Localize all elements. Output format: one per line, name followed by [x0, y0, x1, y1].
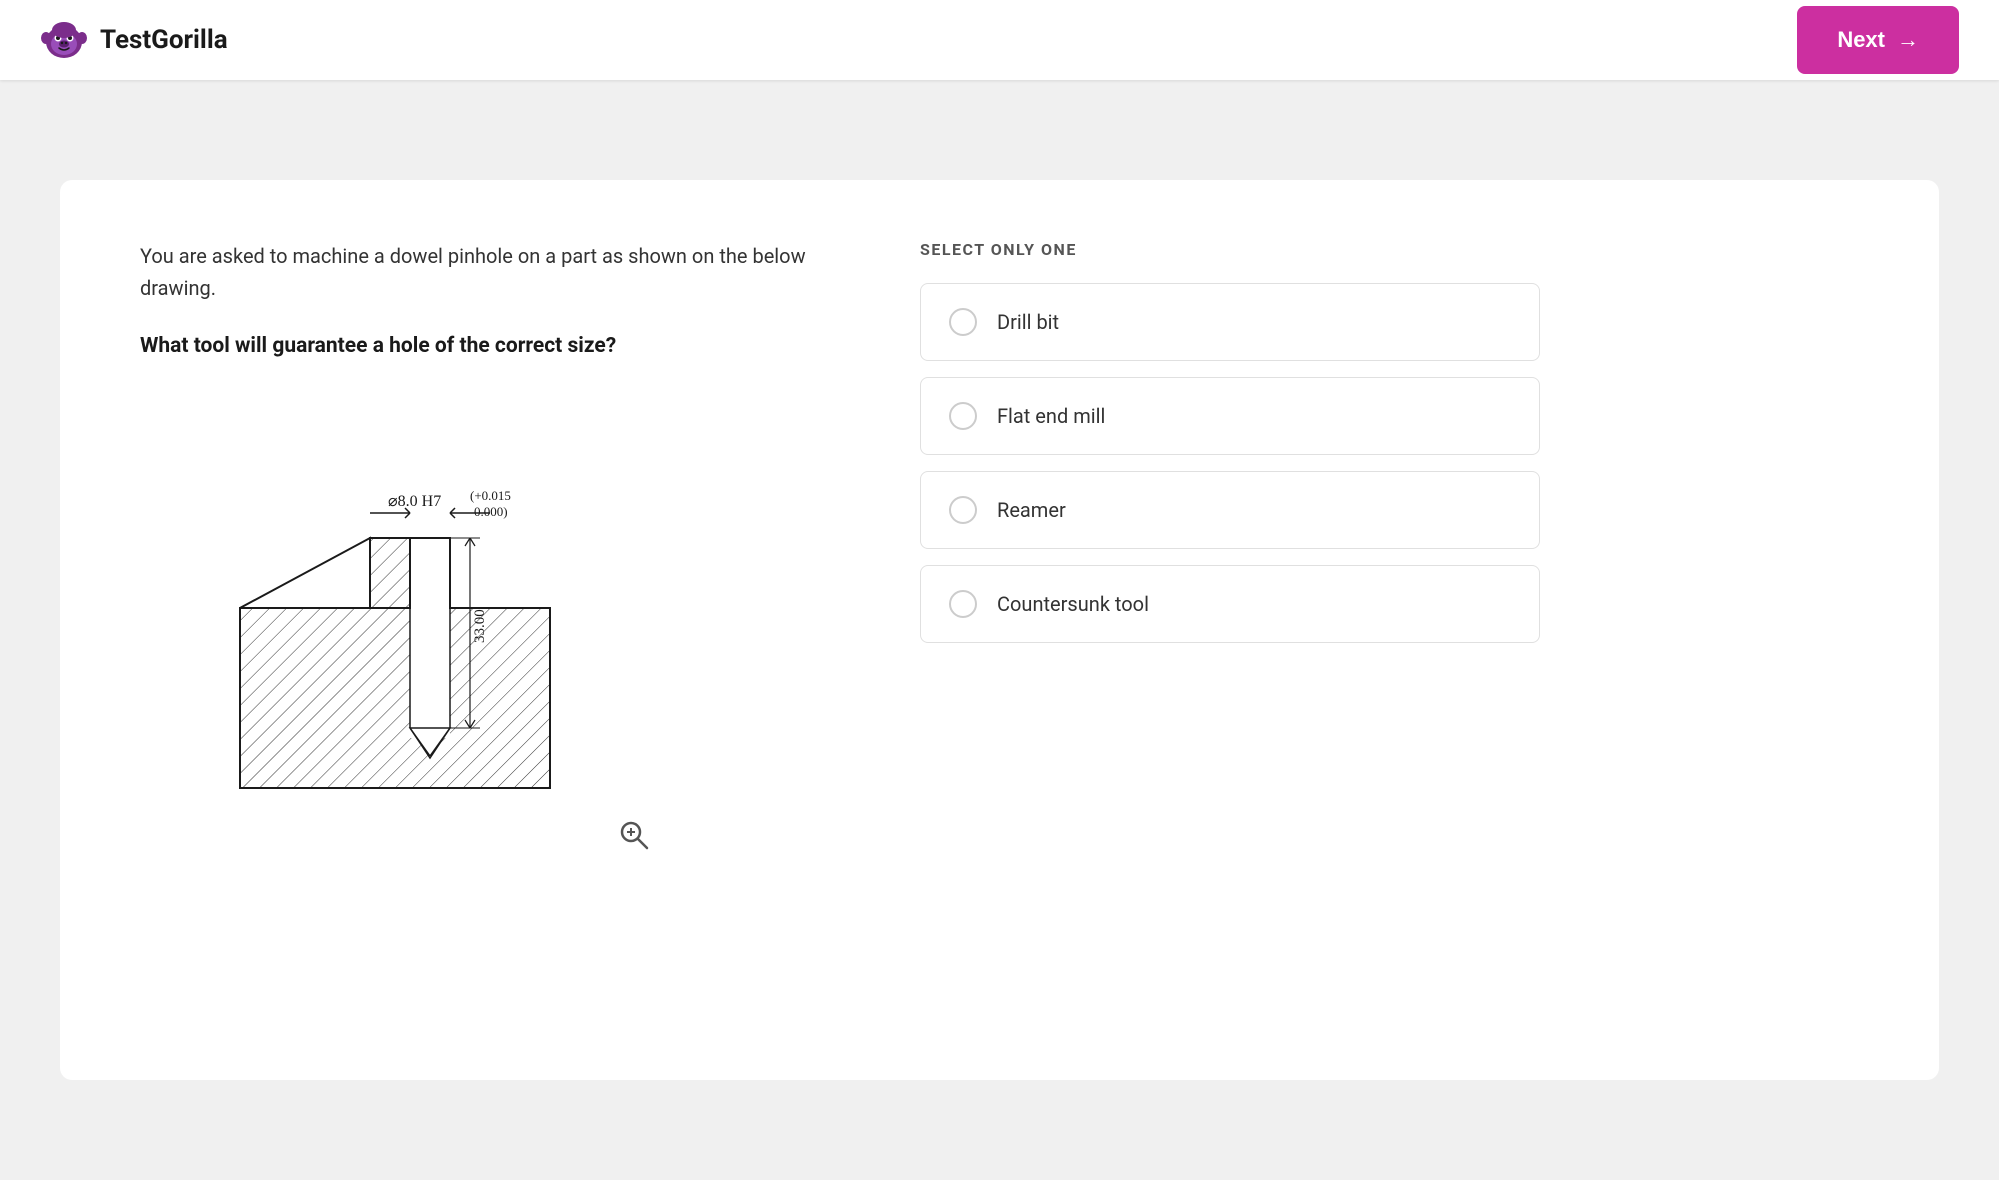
radio-reamer[interactable]: [949, 496, 977, 524]
next-arrow-icon: →: [1897, 27, 1919, 53]
question-intro: You are asked to machine a dowel pinhole…: [140, 240, 840, 304]
next-button[interactable]: Next →: [1797, 6, 1959, 74]
question-container: You are asked to machine a dowel pinhole…: [60, 180, 1939, 1080]
drawing-container: ⌀8.0 H7 (+0.015 0.000) 33: [140, 398, 640, 838]
option-label-drill-bit: Drill bit: [997, 310, 1059, 334]
option-drill-bit[interactable]: Drill bit: [920, 283, 1540, 361]
next-button-label: Next: [1837, 27, 1885, 53]
zoom-icon[interactable]: [618, 819, 650, 858]
option-label-flat-end-mill: Flat end mill: [997, 404, 1105, 428]
svg-text:⌀8.0 H7: ⌀8.0 H7: [388, 493, 441, 510]
option-label-reamer: Reamer: [997, 498, 1066, 522]
right-panel: SELECT ONLY ONE Drill bit Flat end mill …: [920, 240, 1540, 1020]
logo: TestGorilla: [40, 16, 228, 64]
left-panel: You are asked to machine a dowel pinhole…: [140, 240, 840, 1020]
option-countersunk-tool[interactable]: Countersunk tool: [920, 565, 1540, 643]
svg-text:0.000): 0.000): [474, 504, 508, 519]
option-reamer[interactable]: Reamer: [920, 471, 1540, 549]
logo-icon: [40, 16, 88, 64]
question-bold: What tool will guarantee a hole of the c…: [140, 334, 840, 358]
select-label: SELECT ONLY ONE: [920, 240, 1540, 259]
svg-text:(+0.015: (+0.015: [470, 488, 511, 503]
main-content: You are asked to machine a dowel pinhole…: [0, 80, 1999, 1180]
logo-text: TestGorilla: [100, 25, 228, 55]
header: TestGorilla Next →: [0, 0, 1999, 80]
svg-text:33.00: 33.00: [472, 609, 488, 643]
radio-countersunk-tool[interactable]: [949, 590, 977, 618]
radio-flat-end-mill[interactable]: [949, 402, 977, 430]
options-list: Drill bit Flat end mill Reamer Countersu…: [920, 283, 1540, 643]
option-label-countersunk-tool: Countersunk tool: [997, 592, 1149, 616]
technical-drawing[interactable]: ⌀8.0 H7 (+0.015 0.000) 33: [140, 398, 640, 818]
option-flat-end-mill[interactable]: Flat end mill: [920, 377, 1540, 455]
radio-drill-bit[interactable]: [949, 308, 977, 336]
